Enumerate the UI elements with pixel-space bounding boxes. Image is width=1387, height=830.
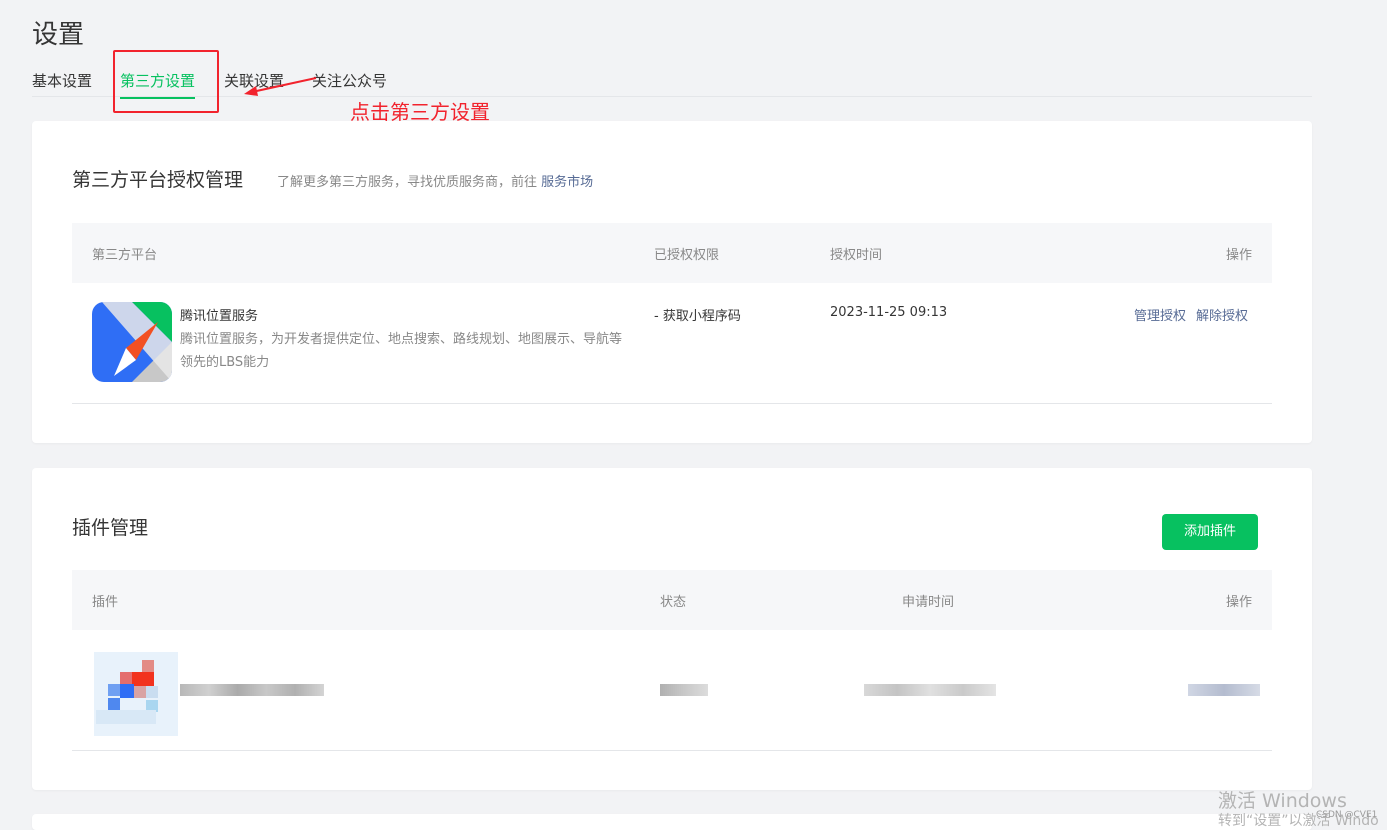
third-party-table-header: 第三方平台 已授权权限 授权时间 操作: [72, 223, 1272, 283]
column-header-permission: 已授权权限: [654, 248, 720, 263]
platform-permission: - 获取小程序码: [654, 309, 741, 324]
third-party-subtitle-text: 了解更多第三方服务，寻找优质服务商，前往: [277, 175, 538, 190]
third-party-title: 第三方平台授权管理: [72, 169, 244, 191]
plugin-card: 插件管理 添加插件 插件 状态 申请时间 操作: [32, 468, 1312, 790]
settings-tabs: 基本设置 第三方设置 关联设置 关注公众号: [32, 60, 1312, 99]
row-divider: [72, 750, 1272, 751]
plugin-icon: [86, 648, 182, 744]
column-header-plugin-action: 操作: [1225, 595, 1252, 610]
revoke-auth-link[interactable]: 解除授权: [1196, 305, 1248, 324]
plugin-title: 插件管理: [72, 517, 149, 539]
manage-auth-link[interactable]: 管理授权: [1134, 305, 1186, 324]
platform-description: 腾讯位置服务，为开发者提供定位、地点搜索、路线规划、地图展示、导航等领先的LBS…: [180, 332, 623, 370]
column-header-status: 状态: [660, 595, 687, 610]
tencent-location-icon: [92, 302, 172, 382]
plugin-status-blurred: [660, 684, 708, 696]
row-divider: [72, 403, 1272, 404]
column-header-plugin: 插件: [92, 595, 119, 610]
windows-activation-watermark: 激活 Windows: [1218, 790, 1347, 812]
column-header-action: 操作: [1225, 248, 1252, 263]
add-plugin-button[interactable]: 添加插件: [1162, 514, 1258, 550]
plugin-name-blurred: [180, 684, 324, 696]
csdn-watermark: CSDN @CVE1: [1316, 810, 1378, 820]
third-party-subtitle: 了解更多第三方服务，寻找优质服务商，前往 服务市场: [277, 171, 593, 190]
plugin-action-blurred: [1188, 684, 1260, 696]
tab-basic-settings[interactable]: 基本设置: [32, 70, 92, 91]
annotation-highlight-box: [113, 50, 219, 113]
platform-auth-time: 2023-11-25 09:13: [830, 305, 948, 320]
third-party-card: 第三方平台授权管理 了解更多第三方服务，寻找优质服务商，前往 服务市场 第三方平…: [32, 121, 1312, 443]
service-market-link[interactable]: 服务市场: [541, 175, 593, 190]
page-title: 设置: [32, 20, 85, 50]
plugin-table-header: 插件 状态 申请时间 操作: [72, 570, 1272, 630]
column-header-apply-time: 申请时间: [902, 595, 955, 610]
platform-name: 腾讯位置服务: [180, 309, 259, 324]
column-header-platform: 第三方平台: [92, 248, 158, 263]
plugin-time-blurred: [864, 684, 996, 696]
column-header-auth-time: 授权时间: [830, 248, 883, 263]
next-card-edge: [32, 814, 1312, 830]
tab-follow-official-account[interactable]: 关注公众号: [312, 70, 387, 91]
annotation-arrow-icon: [244, 77, 317, 96]
